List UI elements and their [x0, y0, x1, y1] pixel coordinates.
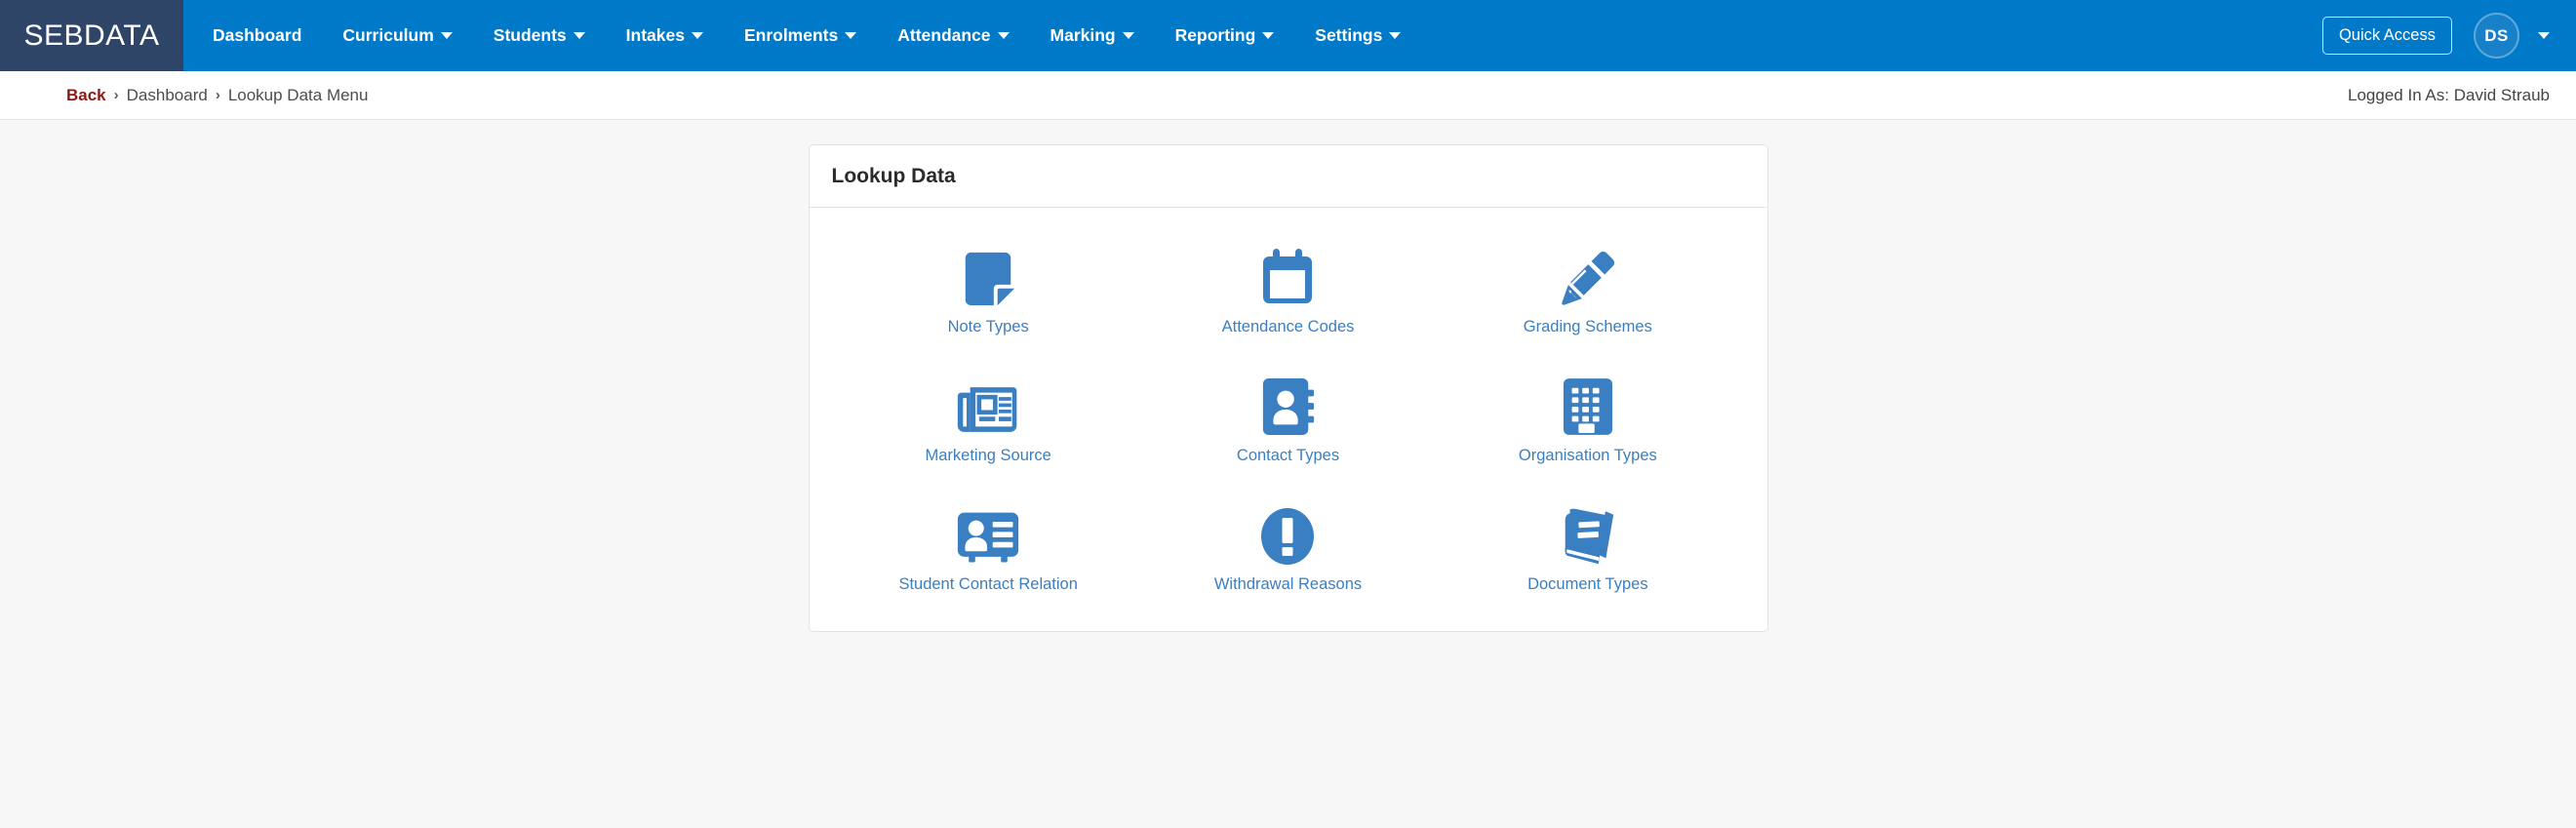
avatar: DS: [2474, 13, 2519, 59]
card-header: Lookup Data: [809, 145, 1767, 208]
nav-item-dashboard[interactable]: Dashboard: [192, 0, 322, 71]
nav-item-label: Attendance: [897, 25, 991, 45]
top-navbar: SEBDATA Dashboard Curriculum Students In…: [0, 0, 2576, 71]
breadcrumb-separator-icon: ›: [215, 87, 220, 103]
tile-organisation-types[interactable]: Organisation Types: [1438, 368, 1737, 469]
nav-item-label: Dashboard: [213, 25, 302, 45]
tile-attendance-codes[interactable]: Attendance Codes: [1138, 239, 1438, 340]
chevron-down-icon: [691, 32, 703, 39]
nav-item-label: Reporting: [1174, 25, 1256, 45]
tile-label: Contact Types: [1236, 447, 1340, 464]
breadcrumb: Back › Dashboard › Lookup Data Menu: [66, 86, 368, 105]
nav-item-label: Marking: [1050, 25, 1116, 45]
card-body: Note Types Attendance Codes Grading Sche…: [810, 208, 1767, 631]
logged-in-as-label: Logged In As: David Straub: [2348, 85, 2550, 104]
pencil-icon: [1558, 245, 1618, 309]
chevron-down-icon: [2538, 32, 2550, 39]
brand-text: SEBDATA: [23, 19, 160, 52]
building-icon: [1562, 374, 1614, 438]
tile-contact-types[interactable]: Contact Types: [1138, 368, 1438, 469]
book-icon: [1557, 502, 1619, 567]
tile-label: Organisation Types: [1518, 447, 1657, 464]
nav-item-marking[interactable]: Marking: [1030, 0, 1155, 71]
tile-label: Note Types: [947, 318, 1029, 335]
chevron-down-icon: [1389, 32, 1402, 39]
tile-label: Student Contact Relation: [898, 575, 1078, 593]
user-menu[interactable]: DS: [2474, 13, 2550, 59]
tile-withdrawal-reasons[interactable]: Withdrawal Reasons: [1138, 496, 1438, 598]
chevron-down-icon: [1122, 32, 1134, 39]
nav-item-intakes[interactable]: Intakes: [606, 0, 724, 71]
tile-label: Attendance Codes: [1221, 318, 1355, 335]
nav-item-label: Students: [493, 25, 567, 45]
lookup-tile-grid: Note Types Attendance Codes Grading Sche…: [839, 239, 1738, 598]
chevron-down-icon: [845, 32, 857, 39]
calendar-icon: [1256, 245, 1319, 309]
chevron-down-icon: [1262, 32, 1275, 39]
tile-student-contact-relation[interactable]: Student Contact Relation: [839, 496, 1138, 598]
sticky-note-icon: [958, 245, 1018, 309]
tile-note-types[interactable]: Note Types: [839, 239, 1138, 340]
tile-marketing-source[interactable]: Marketing Source: [839, 368, 1138, 469]
nav-item-label: Curriculum: [342, 25, 434, 45]
tile-label: Withdrawal Reasons: [1213, 575, 1363, 593]
brand-logo[interactable]: SEBDATA: [0, 0, 183, 71]
nav-item-attendance[interactable]: Attendance: [877, 0, 1029, 71]
nav-menu: Dashboard Curriculum Students Intakes En…: [183, 0, 2322, 71]
address-book-icon: [1259, 374, 1316, 438]
breadcrumb-separator-icon: ›: [113, 87, 119, 103]
lookup-data-card: Lookup Data Note Types Attendance Codes …: [808, 144, 1768, 632]
breadcrumb-bar: Back › Dashboard › Lookup Data Menu Logg…: [0, 71, 2576, 120]
tile-label: Document Types: [1527, 575, 1648, 593]
nav-item-reporting[interactable]: Reporting: [1155, 0, 1295, 71]
nav-item-settings[interactable]: Settings: [1294, 0, 1421, 71]
nav-item-students[interactable]: Students: [473, 0, 606, 71]
nav-item-label: Intakes: [625, 25, 685, 45]
tile-grading-schemes[interactable]: Grading Schemes: [1438, 239, 1737, 340]
quick-access-button[interactable]: Quick Access: [2321, 17, 2452, 55]
page-title: Lookup Data: [831, 165, 956, 187]
tile-label: Marketing Source: [925, 447, 1051, 464]
breadcrumb-item-dashboard[interactable]: Dashboard: [127, 86, 208, 105]
id-card-icon: [956, 502, 1020, 567]
chevron-down-icon: [573, 32, 585, 39]
navbar-right-group: Quick Access DS: [2321, 0, 2576, 71]
newspaper-icon: [956, 374, 1020, 438]
breadcrumb-item-current: Lookup Data Menu: [227, 85, 369, 104]
nav-item-enrolments[interactable]: Enrolments: [724, 0, 877, 71]
tile-document-types[interactable]: Document Types: [1438, 496, 1737, 598]
exclamation-circle-icon: [1259, 502, 1316, 567]
breadcrumb-back-link[interactable]: Back: [66, 86, 106, 105]
chevron-down-icon: [997, 32, 1010, 39]
nav-item-label: Settings: [1315, 25, 1383, 45]
nav-item-label: Enrolments: [743, 25, 839, 45]
chevron-down-icon: [440, 32, 453, 39]
nav-item-curriculum[interactable]: Curriculum: [322, 0, 472, 71]
tile-label: Grading Schemes: [1523, 318, 1652, 335]
page-content: Lookup Data Note Types Attendance Codes …: [0, 144, 2576, 632]
